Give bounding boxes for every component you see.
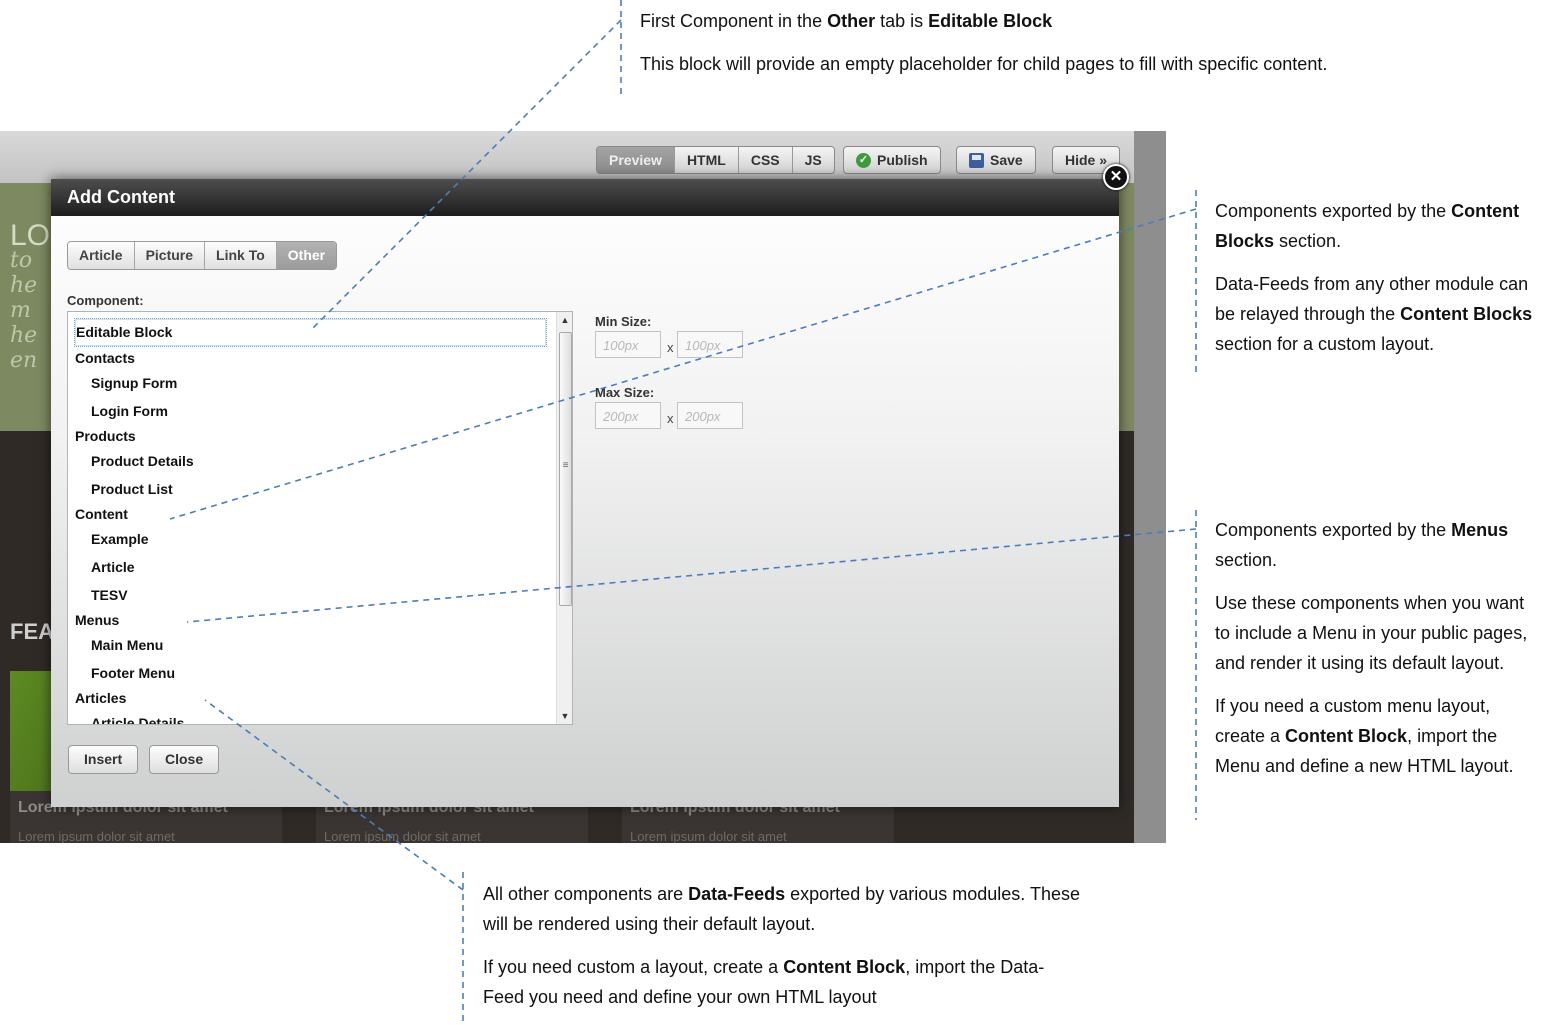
close-icon[interactable]: ✕ [1103, 164, 1129, 190]
scroll-down-icon[interactable]: ▼ [557, 708, 572, 724]
text-run-bold: Content Blocks [1400, 304, 1533, 324]
min-size-label: Min Size: [595, 314, 652, 329]
max-height-input[interactable]: 200px [677, 402, 743, 429]
size-separator: x [667, 340, 674, 355]
component-option[interactable]: Article Details [74, 709, 554, 724]
annotation-text: If you need a custom menu layout, create… [1215, 691, 1543, 781]
component-option[interactable]: Product Details [74, 447, 554, 475]
grip-icon: ≡ [562, 460, 569, 471]
component-group-header: Menus [75, 612, 120, 628]
text-run: Components exported by the [1215, 201, 1452, 221]
text-run: section. [1215, 550, 1278, 570]
annotation-text: All other components are Data-Feeds expo… [483, 879, 1083, 939]
component-listbox[interactable]: Editable Block Contacts Signup Form Login F… [67, 311, 573, 725]
save-label: Save [990, 152, 1023, 168]
text-run-bold: Menus [1451, 520, 1509, 540]
check-icon: ✓ [856, 152, 871, 168]
text-run-bold: Data-Feeds [688, 884, 786, 904]
annotation-text: Components exported by the Menus section… [1215, 515, 1543, 575]
annotation-text: Data-Feeds from any other module can be … [1215, 269, 1543, 359]
annotation-text: Components exported by the Content Block… [1215, 196, 1543, 256]
component-option[interactable]: Example [74, 525, 554, 553]
component-option[interactable]: Login Form [74, 397, 554, 425]
component-list-items: Editable Block Contacts Signup Form Login F… [74, 318, 554, 724]
component-option[interactable]: Signup Form [74, 369, 554, 397]
component-group-header: Content [75, 506, 128, 522]
view-tab-html[interactable]: HTML [674, 147, 739, 173]
annotation-top: First Component in the Other tab is Edit… [640, 6, 1520, 92]
component-option[interactable]: TESV [74, 581, 554, 609]
hero-line: he [10, 273, 38, 298]
text-run-bold: Other [827, 11, 876, 31]
text-run: Components exported by the [1215, 520, 1452, 540]
text-run: section. [1274, 231, 1342, 251]
editor-toolbar: Preview HTML CSS JS ✓ Publish Save Hide … [0, 131, 1134, 183]
text-run-bold: Content Block [783, 957, 906, 977]
tab-other[interactable]: Other [276, 242, 337, 269]
publish-button[interactable]: ✓ Publish [843, 146, 941, 174]
scroll-up-icon[interactable]: ▲ [557, 312, 572, 328]
min-height-input[interactable]: 100px [677, 331, 743, 358]
annotation-text: First Component in the Other tab is Edit… [640, 6, 1520, 36]
component-option[interactable]: Editable Block [74, 318, 547, 347]
text-run: section for a custom layout. [1215, 334, 1435, 354]
component-group-header: Contacts [75, 350, 135, 366]
component-option[interactable]: Main Menu [74, 631, 554, 659]
view-tab-css[interactable]: CSS [738, 147, 793, 173]
text-run: First Component in the [640, 11, 828, 31]
component-label: Component: [67, 293, 144, 308]
text-run: All other components are [483, 884, 689, 904]
hero-line: en [10, 348, 38, 373]
disk-icon [969, 152, 984, 168]
annotation-text: If you need custom a layout, create a Co… [483, 952, 1083, 1012]
tab-article[interactable]: Article [68, 242, 135, 269]
hero-fragment: LO [10, 219, 51, 252]
annotation-content-blocks: Components exported by the Content Block… [1215, 196, 1543, 372]
view-tab-preview[interactable]: Preview [597, 147, 675, 173]
tab-link-to[interactable]: Link To [205, 242, 277, 269]
view-tab-js[interactable]: JS [792, 147, 834, 173]
list-scrollbar[interactable]: ▲ ≡ ▼ [556, 312, 572, 724]
add-content-dialog: Add Content ✕ Article Picture Link To Ot… [51, 164, 1129, 807]
tab-picture[interactable]: Picture [134, 242, 206, 269]
component-option[interactable]: Footer Menu [74, 659, 554, 687]
component-option[interactable]: Product List [74, 475, 554, 503]
card-subtitle: Lorem ipsum dolor sit amet [18, 829, 175, 843]
size-separator: x [667, 411, 674, 426]
min-width-input[interactable]: 100px [595, 331, 661, 358]
annotation-menus: Components exported by the Menus section… [1215, 515, 1543, 794]
hero-line: he [10, 323, 38, 348]
close-button[interactable]: Close [149, 745, 220, 774]
dialog-title: Add Content [51, 179, 1119, 216]
text-run: tab is [875, 11, 929, 31]
publish-label: Publish [877, 152, 928, 168]
annotation-data-feeds: All other components are Data-Feeds expo… [483, 879, 1083, 1025]
hide-label: Hide » [1065, 152, 1108, 168]
component-group-header: Articles [75, 690, 127, 706]
max-width-input[interactable]: 200px [595, 402, 661, 429]
save-button[interactable]: Save [956, 146, 1036, 174]
hero-line: m [10, 298, 31, 323]
site-hero-text: LO to he m he en [10, 219, 51, 374]
card-subtitle: Lorem ipsum dolor sit amet [324, 829, 481, 843]
view-switcher: Preview HTML CSS JS [596, 146, 835, 174]
insert-button[interactable]: Insert [68, 745, 139, 774]
annotation-text: This block will provide an empty placeho… [640, 54, 1328, 74]
text-run: If you need custom a layout, create a [483, 957, 784, 977]
features-heading: FEA [10, 619, 54, 644]
card-subtitle: Lorem ipsum dolor sit amet [630, 829, 787, 843]
text-run-bold: Editable Block [928, 11, 1053, 31]
text-run-bold: Content Block [1285, 726, 1408, 746]
max-size-label: Max Size: [595, 385, 655, 400]
content-type-tabs: Article Picture Link To Other [67, 241, 338, 270]
annotation-text: Use these components when you want to in… [1215, 593, 1528, 673]
scroll-thumb[interactable]: ≡ [559, 332, 572, 606]
component-option[interactable]: Article [74, 553, 554, 581]
component-group-header: Products [75, 428, 136, 444]
editor-side-strip [1134, 131, 1166, 843]
